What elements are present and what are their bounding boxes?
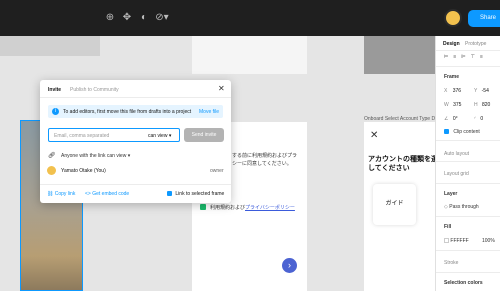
plugins-icon[interactable]: ⊘▾ [154, 12, 170, 24]
next-arrow-icon[interactable]: › [282, 258, 297, 273]
frame-top [192, 36, 307, 74]
account-title-2: してください [368, 165, 410, 172]
terms-text-2: シーに同意してください。 [232, 161, 292, 167]
guide-card[interactable]: ガイド [373, 184, 416, 225]
tab-prototype[interactable]: Prototype [465, 41, 486, 47]
avatar[interactable] [444, 9, 462, 27]
permission-select[interactable]: can view ▾ [148, 133, 171, 139]
layer-label: Layer [444, 191, 458, 197]
design-panel: Design Prototype ⊨≡⊫⊤≡ Frame X 376 Y -54… [435, 36, 500, 291]
tab-publish[interactable]: Publish to Community [70, 87, 119, 93]
pass-through-select[interactable]: Pass through [449, 204, 478, 210]
y-field[interactable]: -54 [482, 88, 489, 94]
selection-colors-label: Selection colors [444, 280, 483, 286]
member-name: Yamato Otake (You) [61, 168, 106, 174]
close-icon[interactable]: ✕ [218, 84, 225, 93]
link-access-select[interactable]: 🔗︎ Anyone with the link can view ▾ [48, 152, 130, 159]
info-icon: i [52, 108, 59, 115]
w-field[interactable]: 375 [453, 102, 461, 108]
share-button[interactable]: Share [468, 10, 500, 27]
fill-hex[interactable]: FFFFFF [450, 238, 468, 244]
get-embed-button[interactable]: <> Get embed code [85, 191, 129, 197]
tab-design[interactable]: Design [443, 41, 460, 47]
email-field[interactable]: Email, comma separated can view ▾ [48, 128, 180, 142]
layout-grid-label[interactable]: Layout grid [444, 171, 469, 177]
checkbox-icon[interactable] [167, 191, 172, 197]
fill-swatch[interactable] [444, 238, 449, 244]
email-placeholder[interactable]: Email, comma separated [54, 133, 109, 139]
link-icon: 🔗︎ [48, 153, 56, 159]
radius-field[interactable]: 0 [480, 116, 483, 122]
frame-title: Frame [444, 74, 460, 80]
stroke-label[interactable]: Stroke [444, 260, 458, 266]
clip-content-label: Clip content [453, 129, 480, 135]
terms-agree: 利用規約およびプライバシーポリシー [210, 205, 295, 211]
fill-opacity[interactable]: 100% [482, 238, 495, 244]
link-selected-toggle[interactable]: Link to selected frame [167, 191, 224, 197]
terms-text-1: する前に利用規約およびプラ [232, 153, 298, 159]
align-icons[interactable]: ⊨≡⊫⊤≡ [444, 54, 488, 60]
theme-icon[interactable]: ◐ [138, 12, 150, 24]
link-icon: ⛓︎ [47, 191, 54, 197]
fill-label: Fill [444, 224, 452, 230]
move-tool-icon[interactable]: ⊕ [104, 12, 116, 24]
checkbox-icon[interactable] [200, 204, 206, 210]
top-toolbar: ⊕ ✥ ◐ ⊘▾ Share [0, 0, 500, 36]
close-icon[interactable]: ✕ [370, 130, 378, 141]
frame-placeholder [0, 36, 100, 56]
auto-layout-label[interactable]: Auto layout [444, 151, 469, 157]
move-file-link[interactable]: Move file [199, 109, 219, 115]
h-field[interactable]: 820 [482, 102, 490, 108]
member-role: owner [210, 168, 224, 174]
code-icon: <> [85, 191, 91, 197]
clip-checkbox-icon[interactable] [444, 129, 449, 135]
send-invite-button[interactable]: Send invite [184, 128, 224, 142]
copy-link-button[interactable]: ⛓︎ Copy link [47, 191, 75, 197]
avatar [47, 166, 56, 175]
info-banner: i To add editors, first move this file f… [48, 105, 223, 118]
share-modal: Invite Publish to Community ✕ i To add e… [40, 80, 231, 203]
info-text: To add editors, first move this file fro… [63, 109, 192, 115]
component-icon[interactable]: ✥ [121, 12, 133, 24]
tab-invite[interactable]: Invite [48, 87, 61, 93]
x-field[interactable]: 376 [453, 88, 461, 94]
rotation-field[interactable]: 0° [453, 116, 458, 122]
frame-top-dark [364, 36, 435, 74]
